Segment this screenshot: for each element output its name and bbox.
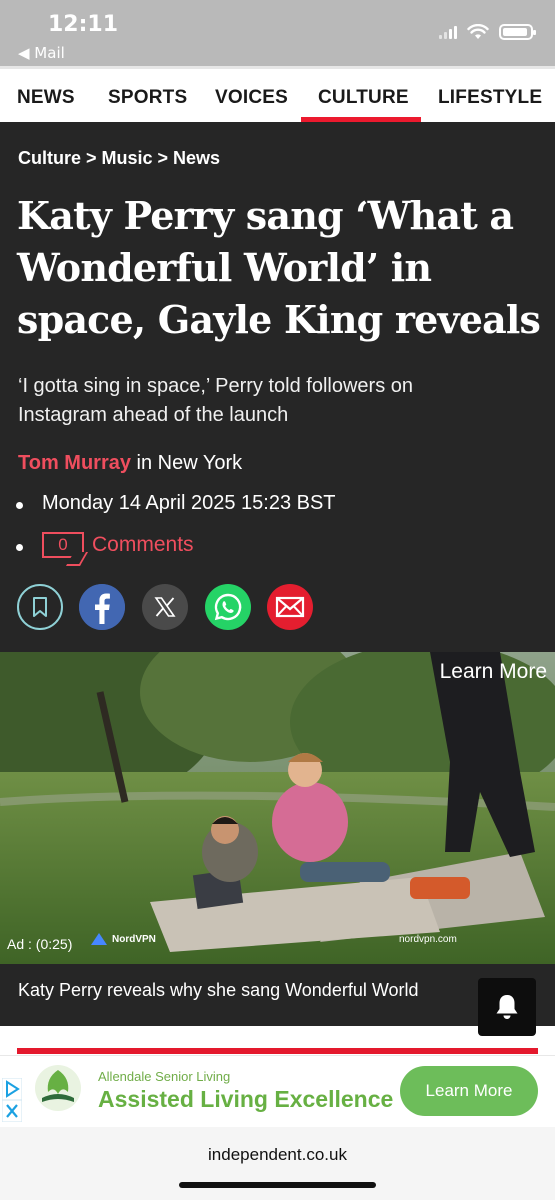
publish-date: Monday 14 April 2025 15:23 BST	[42, 492, 336, 514]
x-icon	[154, 597, 176, 617]
browser-bottom-bar: independent.co.uk	[0, 1127, 555, 1200]
bullet	[16, 502, 23, 509]
system-icons	[439, 24, 536, 40]
ad-title: Assisted Living Excellence	[98, 1086, 394, 1112]
nav-item-sports[interactable]: SPORTS	[108, 87, 187, 109]
share-x-button[interactable]	[142, 584, 188, 630]
bell-icon	[496, 995, 518, 1019]
author-link[interactable]: Tom Murray	[18, 452, 131, 474]
nordvpn-logo: NordVPN	[90, 932, 156, 946]
address-bar[interactable]: independent.co.uk	[0, 1145, 555, 1165]
video-caption-bar: Katy Perry reveals why she sang Wonderfu…	[0, 964, 555, 1026]
video-caption: Katy Perry reveals why she sang Wonderfu…	[18, 980, 419, 1000]
video-frame-image	[0, 652, 555, 964]
ad-banner[interactable]: Allendale Senior Living Assisted Living …	[0, 1055, 555, 1127]
byline-location: in New York	[130, 452, 243, 474]
battery-icon	[499, 24, 536, 40]
email-icon	[275, 596, 305, 618]
section-nav: NEWS SPORTS VOICES CULTURE LIFESTYLE	[0, 66, 555, 122]
status-bar: 12:11 ◀ Mail	[0, 0, 555, 66]
home-indicator[interactable]	[179, 1182, 376, 1188]
ad-domain: nordvpn.com	[399, 934, 457, 945]
ad-brand: NordVPN	[112, 933, 156, 945]
bookmark-button[interactable]	[17, 584, 63, 630]
comment-count-icon: 0	[42, 532, 84, 558]
article-headline: Katy Perry sang ‘What a Wonderful World’…	[17, 193, 541, 342]
bookmark-icon	[33, 597, 47, 617]
back-to-mail-link[interactable]: ◀ Mail	[18, 44, 65, 62]
byline: Tom Murray in New York	[18, 452, 242, 475]
facebook-icon	[79, 584, 125, 630]
share-whatsapp-button[interactable]	[205, 584, 251, 630]
comments-link[interactable]: 0 Comments	[42, 532, 194, 558]
section-divider	[17, 1048, 538, 1054]
wifi-icon	[467, 24, 489, 39]
nordvpn-mountain-icon	[91, 933, 107, 945]
adchoices-icon[interactable]	[2, 1078, 22, 1122]
article-standfirst: ‘I gotta sing in space,’ Perry told foll…	[18, 375, 414, 426]
video-player[interactable]: Learn More Ad : (0:25) NordVPN nordvpn.c…	[0, 652, 555, 964]
clock: 12:11	[48, 12, 119, 37]
share-facebook-button[interactable]	[79, 584, 125, 630]
ad-learn-more-button[interactable]: Learn More	[400, 1066, 538, 1116]
breadcrumb[interactable]: Culture > Music > News	[18, 148, 220, 169]
cellular-signal-icon	[439, 25, 457, 39]
nav-item-news[interactable]: NEWS	[17, 87, 75, 109]
article-header: Culture > Music > News Katy Perry sang ‘…	[0, 122, 555, 652]
ad-timer: Ad : (0:25)	[7, 936, 73, 952]
ad-learn-more-link[interactable]: Learn More	[440, 660, 547, 684]
bullet	[16, 544, 23, 551]
notifications-button[interactable]	[478, 978, 536, 1036]
allendale-logo	[35, 1065, 81, 1111]
nav-item-lifestyle[interactable]: LIFESTYLE	[438, 87, 542, 109]
nav-item-voices[interactable]: VOICES	[215, 87, 288, 109]
comments-label: Comments	[92, 533, 194, 556]
ad-advertiser: Allendale Senior Living	[98, 1069, 231, 1084]
nav-item-culture[interactable]: CULTURE	[318, 87, 409, 109]
whatsapp-icon	[214, 593, 242, 621]
share-email-button[interactable]	[267, 584, 313, 630]
